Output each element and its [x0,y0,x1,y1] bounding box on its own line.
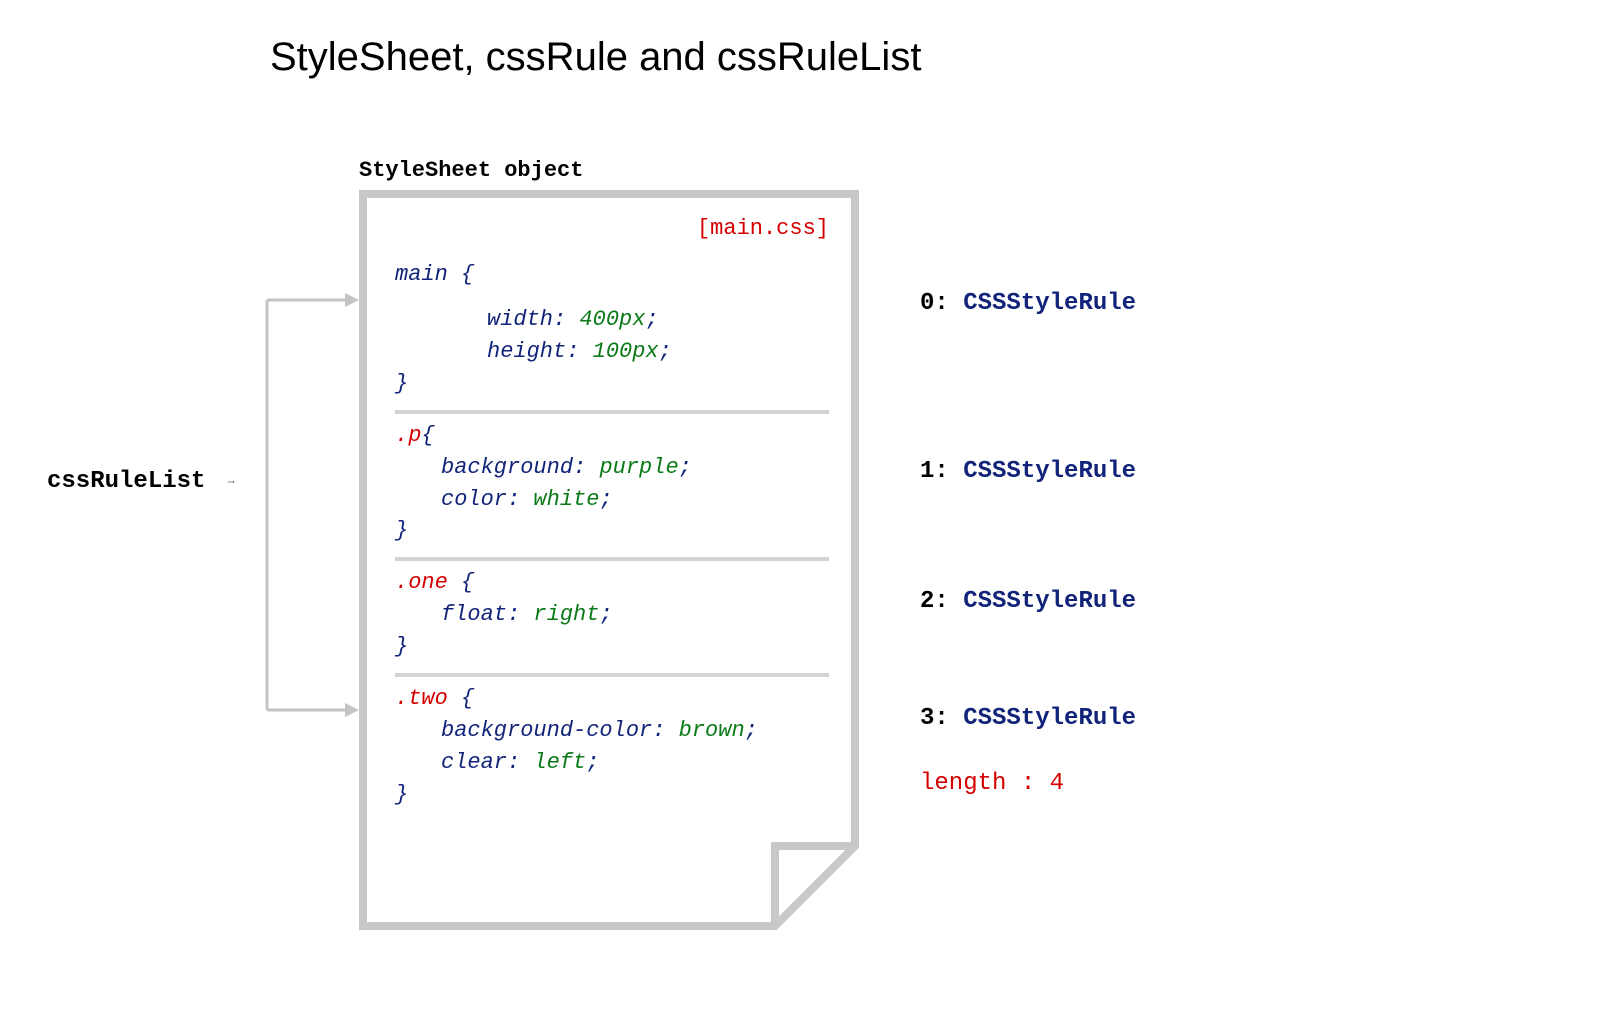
css-value: 100px [593,339,659,364]
page-title: StyleSheet, cssRule and cssRuleList [270,35,921,80]
cssrulelist-label: cssRuleList [47,468,205,495]
css-value: purple [599,455,678,480]
length-label: length : 4 [920,770,1064,797]
close-brace: } [395,782,408,807]
rule-index: 1 [920,458,934,485]
css-selector: .two [395,686,448,711]
stylesheet-content: [main.css] main { width: 400px;height: 1… [367,198,851,922]
css-property: color [441,487,507,512]
css-selector: main [395,262,448,287]
rule-annotation: 0: CSSStyleRule [920,290,1136,317]
open-brace: { [448,262,474,287]
stylesheet-document: [main.css] main { width: 400px;height: 1… [359,190,859,930]
css-property: clear [441,750,507,775]
css-selector: .one [395,570,448,595]
rule-index: 2 [920,588,934,615]
rule-type: CSSStyleRule [963,290,1136,317]
css-value: right [533,602,599,627]
css-property: background-color [441,718,652,743]
filename-label: [main.css] [395,216,829,241]
css-value: 400px [579,307,645,332]
css-value: left [533,750,586,775]
close-brace: } [395,518,408,543]
rule-type: CSSStyleRule [963,458,1136,485]
close-brace: } [395,634,408,659]
open-brace: { [448,686,474,711]
rule-index: 3 [920,705,934,732]
arrow-right-icon [207,481,255,483]
open-brace: { [448,570,474,595]
bracket-arrows-icon [255,270,360,740]
rule-annotation: 3: CSSStyleRule [920,705,1136,732]
css-property: height [487,339,566,364]
close-brace: } [395,371,408,396]
css-property: width [487,307,553,332]
css-rule-block: .one {float: right;} [395,561,829,677]
css-property: background [441,455,573,480]
rule-type: CSSStyleRule [963,588,1136,615]
css-rule-block: .p{background: purple;color: white;} [395,414,829,562]
open-brace: { [421,423,434,448]
rule-annotation: 2: CSSStyleRule [920,588,1136,615]
rule-annotation: 1: CSSStyleRule [920,458,1136,485]
css-property: float [441,602,507,627]
rule-index: 0 [920,290,934,317]
css-selector: .p [395,423,421,448]
stylesheet-object-label: StyleSheet object [359,158,583,183]
css-rule-block: main { width: 400px;height: 100px;} [395,253,829,414]
rule-type: CSSStyleRule [963,705,1136,732]
css-rule-block: .two {background-color: brown;clear: lef… [395,677,829,821]
css-value: white [533,487,599,512]
css-value: brown [679,718,745,743]
